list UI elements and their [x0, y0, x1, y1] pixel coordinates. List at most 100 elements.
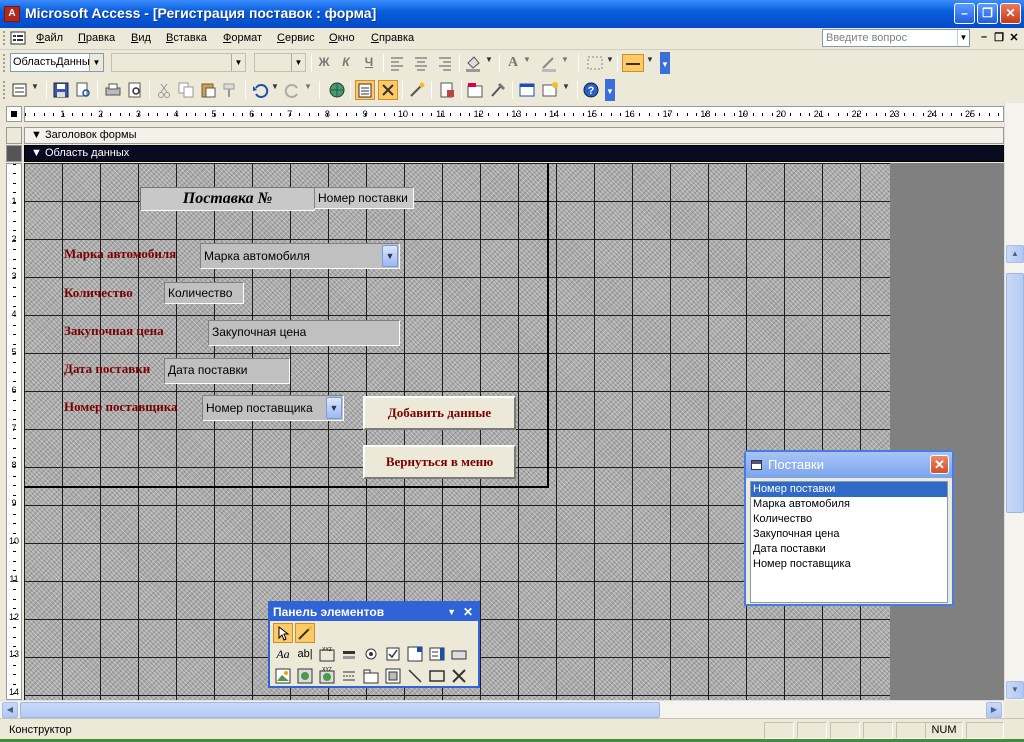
chevron-down-icon[interactable]: ▼	[447, 603, 456, 621]
scroll-up-icon[interactable]: ▲	[1006, 245, 1024, 263]
properties-icon[interactable]	[466, 81, 484, 99]
close-icon[interactable]: ✕	[463, 603, 473, 621]
option-button-tool[interactable]	[361, 645, 381, 665]
new-object-icon[interactable]	[541, 81, 559, 99]
code-icon[interactable]	[438, 81, 456, 99]
list-item[interactable]: Номер поставщика	[751, 557, 947, 572]
print-preview-icon[interactable]	[126, 81, 144, 99]
purchase-price-field[interactable]: Закупочная цена	[208, 320, 400, 346]
title-field[interactable]: Номер поставки	[314, 187, 414, 209]
globe-hyperlink-icon[interactable]	[328, 81, 346, 99]
chevron-down-icon[interactable]: ▼	[270, 82, 280, 91]
menu-insert[interactable]: Вставка	[163, 31, 210, 45]
purchase-price-label[interactable]: Закупочная цена	[64, 323, 164, 339]
menu-format[interactable]: Формат	[220, 31, 265, 45]
cut-icon[interactable]	[155, 81, 173, 99]
chevron-down-icon[interactable]: ▼	[560, 55, 570, 64]
menu-file[interactable]: Файл	[33, 31, 66, 45]
database-window-icon[interactable]	[518, 81, 536, 99]
font-combo[interactable]: ▼	[111, 53, 246, 72]
command-button-tool[interactable]	[449, 645, 469, 665]
horizontal-scrollbar[interactable]: ◀ ▶	[0, 700, 1004, 718]
scroll-right-icon[interactable]: ▶	[986, 702, 1002, 718]
format-painter-icon[interactable]	[221, 81, 239, 99]
italic-button[interactable]: К	[338, 55, 354, 69]
toolbar-grip[interactable]	[3, 54, 6, 72]
supplier-number-combo[interactable]: Номер поставщика ▼	[202, 395, 344, 421]
chevron-down-icon[interactable]: ▼	[89, 54, 103, 71]
minimize-button[interactable]: –	[954, 3, 975, 24]
align-right-icon[interactable]	[436, 54, 454, 72]
chevron-down-icon[interactable]: ▼	[522, 55, 532, 64]
chevron-down-icon[interactable]: ▼	[484, 55, 494, 64]
list-item[interactable]: Закупочная цена	[751, 527, 947, 542]
special-effect-icon[interactable]	[622, 54, 644, 72]
textbox-tool[interactable]: ab|	[295, 645, 315, 665]
add-data-button[interactable]: Добавить данные	[363, 396, 516, 430]
data-section-selector[interactable]	[6, 145, 22, 162]
scroll-thumb[interactable]	[20, 702, 660, 718]
list-item[interactable]: Марка автомобиля	[751, 497, 947, 512]
chevron-down-icon[interactable]: ▼	[605, 55, 615, 64]
build-icon[interactable]	[489, 81, 507, 99]
file-search-icon[interactable]	[74, 81, 92, 99]
toolbox-icon[interactable]	[378, 80, 398, 100]
print-icon[interactable]	[104, 81, 122, 99]
form-height-edge[interactable]	[24, 486, 549, 488]
header-section-selector[interactable]	[6, 127, 22, 144]
rectangle-tool[interactable]	[427, 667, 447, 687]
fill-color-icon[interactable]	[464, 54, 482, 72]
combo-box-tool[interactable]	[405, 645, 425, 665]
form-width-edge[interactable]	[547, 163, 549, 488]
list-item[interactable]: Номер поставки	[751, 482, 947, 497]
restore-button[interactable]: ❐	[977, 3, 998, 24]
quantity-label[interactable]: Количество	[64, 285, 133, 301]
mdi-restore-button[interactable]: ❐	[992, 31, 1006, 44]
unbound-object-tool[interactable]	[295, 667, 315, 687]
object-combo[interactable]: ОбластьДанны ▼	[10, 53, 104, 72]
line-tool[interactable]	[405, 667, 425, 687]
back-to-menu-button[interactable]: Вернуться в меню	[363, 445, 516, 479]
scroll-left-icon[interactable]: ◀	[2, 702, 18, 718]
access-app-icon[interactable]: A	[4, 6, 20, 22]
car-brand-label[interactable]: Марка автомобиля	[64, 246, 176, 262]
control-wizards-tool[interactable]	[295, 623, 315, 643]
tab-control-tool[interactable]	[361, 667, 381, 687]
car-brand-combo[interactable]: Марка автомобиля ▼	[200, 243, 400, 269]
redo-icon[interactable]	[284, 81, 302, 99]
label-tool[interactable]: Aa	[273, 645, 293, 665]
menu-help[interactable]: Справка	[368, 31, 417, 45]
menu-edit[interactable]: Правка	[75, 31, 118, 45]
chevron-down-icon[interactable]: ▼	[645, 55, 655, 64]
supplier-number-label[interactable]: Номер поставщика	[64, 399, 178, 415]
bound-object-tool[interactable]: XYZ	[317, 667, 337, 687]
toolbar-options-button[interactable]: ▼	[660, 52, 670, 74]
field-list-window[interactable]: Поставки ✕ Номер поставки Марка автомобил…	[744, 450, 954, 606]
scroll-down-icon[interactable]: ▼	[1006, 681, 1024, 699]
form-menu-icon[interactable]	[10, 31, 26, 48]
line-color-icon[interactable]	[540, 54, 558, 72]
toolbox-header[interactable]: Панель элементов ▼ ✕	[270, 603, 478, 621]
scroll-thumb[interactable]	[1006, 273, 1024, 513]
border-width-icon[interactable]	[586, 54, 604, 72]
vertical-scrollbar[interactable]: ▲ ▼	[1004, 103, 1024, 700]
close-button[interactable]: ✕	[1000, 3, 1021, 24]
checkbox-tool[interactable]	[383, 645, 403, 665]
page-break-tool[interactable]	[339, 667, 359, 687]
align-left-icon[interactable]	[388, 54, 406, 72]
toolbox-window[interactable]: Панель элементов ▼ ✕ Aa ab| XYZ XYZ	[268, 601, 480, 688]
font-color-button[interactable]: A	[505, 55, 521, 71]
subform-tool[interactable]	[383, 667, 403, 687]
title-label[interactable]: Поставка №	[140, 187, 315, 211]
chevron-down-icon[interactable]: ▼	[561, 82, 571, 91]
select-objects-tool[interactable]	[273, 623, 293, 643]
toolbar-grip[interactable]	[3, 81, 6, 99]
mdi-close-button[interactable]: ✕	[1007, 31, 1021, 44]
delivery-date-label[interactable]: Дата поставки	[64, 361, 150, 377]
quantity-field[interactable]: Количество	[164, 282, 244, 304]
toolbar-options-button[interactable]: ▼	[605, 79, 615, 101]
delivery-date-field[interactable]: Дата поставки	[164, 358, 290, 384]
form-selector[interactable]	[6, 106, 22, 122]
underline-button[interactable]: Ч	[361, 55, 377, 69]
list-item[interactable]: Дата поставки	[751, 542, 947, 557]
